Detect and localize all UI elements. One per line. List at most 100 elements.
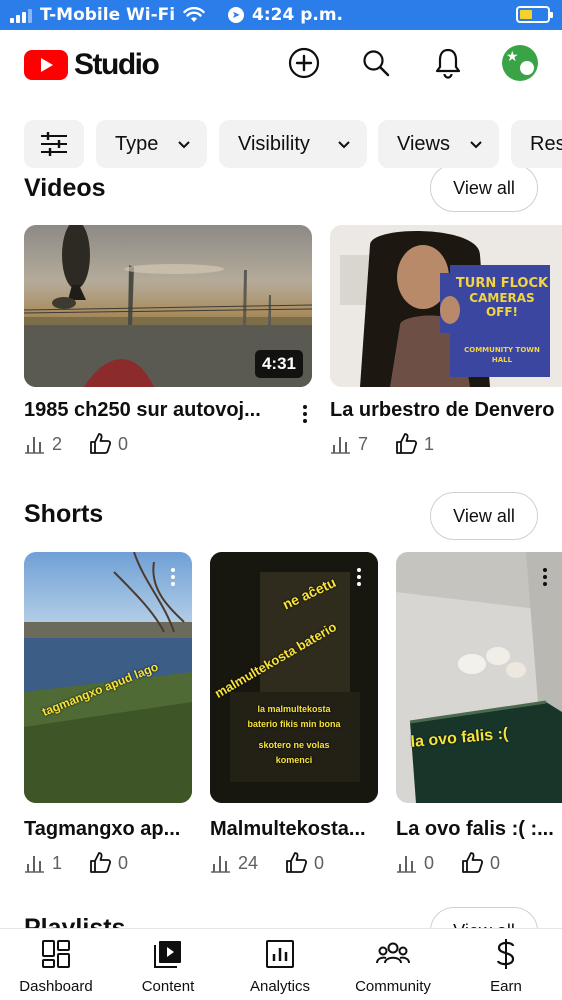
status-bar: T-Mobile Wi-Fi ➤ 4:24 p.m. — [0, 0, 562, 30]
views-bars-icon — [397, 856, 416, 873]
short-likes-count: 0 — [314, 852, 325, 873]
location-icon: ➤ — [228, 7, 244, 23]
logo-text: Studio — [74, 48, 160, 81]
carrier-label: T-Mobile Wi-Fi — [40, 5, 176, 25]
short-thumbnail-image — [396, 552, 562, 803]
filter-type[interactable]: Type — [96, 120, 207, 168]
short-stats: 0 0 — [396, 852, 500, 874]
short-title[interactable]: Tagmangxo ap... — [24, 818, 194, 841]
add-icon — [288, 47, 320, 79]
studio-logo[interactable]: Studio — [24, 48, 160, 82]
bottom-nav: Dashboard Content Analytics Community Ea… — [0, 928, 562, 1000]
video-views-count: 7 — [358, 433, 369, 454]
avatar[interactable]: ★ — [502, 45, 538, 81]
search-icon — [363, 50, 390, 77]
short-overlay-line: skotero ne volas — [258, 740, 330, 750]
notifications-button[interactable] — [430, 45, 466, 81]
chevron-down-icon — [470, 141, 482, 149]
nav-label: Community — [355, 978, 431, 995]
filter-visibility[interactable]: Visibility — [219, 120, 367, 168]
short-thumbnail[interactable]: ne aĉetu malmultekosta baterio la malmul… — [210, 552, 378, 803]
thumb-up-icon — [90, 852, 112, 873]
video-more-button[interactable] — [302, 405, 308, 423]
app-header: Studio ★ — [0, 30, 562, 100]
short-views-count: 1 — [52, 852, 63, 873]
short-thumbnail[interactable]: la ovo falis :( — [396, 552, 562, 803]
videos-header: Videos View all — [0, 168, 562, 214]
battery-icon — [516, 6, 553, 23]
video-likes-count: 0 — [118, 433, 129, 454]
nav-label: Earn — [490, 978, 522, 995]
short-title[interactable]: La ovo falis :( :... — [396, 818, 562, 841]
nav-earn[interactable]: Earn — [450, 937, 562, 995]
analytics-icon — [266, 940, 294, 968]
nav-community[interactable]: Community — [337, 937, 449, 995]
video-title[interactable]: 1985 ch250 sur autovoj... — [24, 399, 294, 422]
short-more-button[interactable] — [542, 568, 548, 586]
nav-label: Content — [141, 978, 195, 995]
clock: 4:24 p.m. — [252, 5, 344, 25]
short-likes-count: 0 — [490, 852, 501, 873]
shorts-view-all-button[interactable]: View all — [430, 492, 538, 540]
short-title[interactable]: Malmultekosta... — [210, 818, 380, 841]
chevron-down-icon — [338, 141, 350, 149]
wifi-icon — [183, 7, 205, 22]
videos-view-all-button[interactable]: View all — [430, 168, 538, 212]
dashboard-icon — [42, 940, 70, 968]
shorts-section-title: Shorts — [24, 500, 104, 528]
short-more-button[interactable] — [356, 568, 362, 586]
short-stats: 24 0 — [210, 852, 324, 874]
sliders-icon — [41, 132, 67, 156]
views-bars-icon — [211, 856, 230, 873]
nav-content[interactable]: Content — [112, 937, 224, 995]
nav-dashboard[interactable]: Dashboard — [0, 937, 112, 995]
short-thumbnail[interactable]: tagmangxo apud lago — [24, 552, 192, 803]
filter-views-label: Views — [397, 132, 450, 155]
short-overlay-line: komenci — [275, 755, 313, 765]
thumb-up-icon — [90, 433, 112, 454]
views-bars-icon — [25, 856, 44, 873]
video-duration: 4:31 — [254, 350, 303, 378]
youtube-logo-icon — [24, 50, 68, 80]
video-views-count: 2 — [52, 433, 63, 454]
short-stats: 1 0 — [24, 852, 128, 874]
filter-settings-button[interactable] — [24, 120, 84, 168]
star-icon: ★ — [506, 48, 519, 64]
video-likes-count: 1 — [424, 433, 435, 454]
short-more-button[interactable] — [170, 568, 176, 586]
short-views-count: 0 — [424, 852, 435, 873]
video-stats: 7 1 — [330, 433, 434, 455]
create-button[interactable] — [286, 45, 322, 81]
filter-views[interactable]: Views — [378, 120, 499, 168]
content-icon — [154, 941, 181, 968]
poster-line-1: TURN FLOCK — [455, 276, 549, 291]
filter-restrictions[interactable]: Res — [511, 120, 562, 168]
filter-bar: Type Visibility Views Res — [0, 120, 562, 168]
views-bars-icon — [331, 437, 350, 454]
filter-visibility-label: Visibility — [238, 132, 310, 155]
nav-label: Dashboard — [19, 978, 93, 995]
signal-icon — [10, 7, 32, 23]
video-thumbnail[interactable]: TURN FLOCK CAMERAS OFF! COMMUNITY TOWN H… — [330, 225, 562, 387]
short-views-count: 24 — [238, 852, 259, 873]
search-button[interactable] — [358, 45, 394, 81]
community-icon — [376, 942, 410, 964]
filter-restrictions-label: Res — [530, 132, 562, 155]
short-overlay-line: la malmultekosta — [257, 704, 331, 714]
earn-icon — [496, 939, 515, 969]
video-title[interactable]: La urbestro de Denvero — [330, 399, 562, 422]
videos-section-title: Videos — [24, 174, 106, 202]
nav-analytics[interactable]: Analytics — [224, 937, 336, 995]
thumb-up-icon — [286, 852, 308, 873]
poster-line-3: COMMUNITY TOWN HALL — [464, 346, 540, 364]
thumb-up-icon — [396, 433, 418, 454]
thumb-up-icon — [462, 852, 484, 873]
chevron-down-icon — [178, 141, 190, 149]
nav-label: Analytics — [249, 978, 311, 995]
bell-icon — [435, 48, 461, 79]
filter-type-label: Type — [115, 132, 159, 155]
short-overlay-line: baterio fikis min bona — [247, 719, 341, 729]
video-stats: 2 0 — [24, 433, 128, 455]
video-thumbnail[interactable]: 4:31 — [24, 225, 312, 387]
short-likes-count: 0 — [118, 852, 129, 873]
